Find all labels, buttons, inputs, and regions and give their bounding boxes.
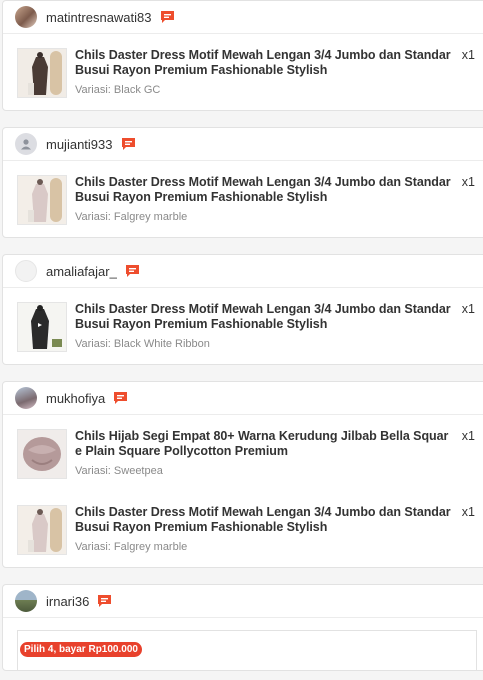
- buyer-avatar[interactable]: [15, 260, 37, 282]
- chat-icon[interactable]: [160, 10, 175, 24]
- order-item[interactable]: Chils Daster Dress Motif Mewah Lengan 3/…: [3, 491, 483, 567]
- product-info: Chils Daster Dress Motif Mewah Lengan 3/…: [75, 175, 481, 223]
- product-variant: Variasi: Falgrey marble: [75, 211, 188, 223]
- order-card-header: matintresnawati83: [3, 1, 483, 34]
- product-quantity: x1: [461, 48, 475, 62]
- order-list: matintresnawati83 Chils Daster Dress Moti…: [0, 0, 483, 671]
- order-item[interactable]: Chils Daster Dress Motif Mewah Lengan 3/…: [3, 161, 483, 237]
- product-title[interactable]: Chils Hijab Segi Empat 80+ Warna Kerudun…: [75, 429, 451, 459]
- product-thumbnail[interactable]: [17, 429, 67, 479]
- product-thumbnail[interactable]: [17, 302, 67, 352]
- promo-box: Pilih 4, bayar Rp100.000: [17, 630, 477, 670]
- buyer-avatar[interactable]: [15, 590, 37, 612]
- order-card-header: irnari36: [3, 585, 483, 618]
- buyer-username[interactable]: amaliafajar_: [46, 264, 117, 279]
- product-variant: Variasi: Black GC: [75, 84, 161, 96]
- order-card: irnari36 Pilih 4, bayar Rp100.000: [2, 584, 483, 671]
- product-thumbnail[interactable]: [17, 505, 67, 555]
- product-quantity: x1: [461, 302, 475, 316]
- product-info: Chils Daster Dress Motif Mewah Lengan 3/…: [75, 48, 481, 96]
- order-card-header: mukhofiya: [3, 382, 483, 415]
- order-card-header: mujianti933: [3, 128, 483, 161]
- product-thumbnail[interactable]: [17, 48, 67, 98]
- buyer-username[interactable]: mukhofiya: [46, 391, 105, 406]
- product-title[interactable]: Chils Daster Dress Motif Mewah Lengan 3/…: [75, 302, 451, 332]
- buyer-username[interactable]: irnari36: [46, 594, 89, 609]
- product-info: Chils Daster Dress Motif Mewah Lengan 3/…: [75, 505, 481, 553]
- product-variant: Variasi: Black White Ribbon: [75, 338, 210, 350]
- product-variant: Variasi: Sweetpea: [75, 465, 163, 477]
- order-card: mujianti933 Chils Daster Dress Motif Mewa…: [2, 127, 483, 238]
- chat-icon[interactable]: [125, 264, 140, 278]
- chat-icon[interactable]: [113, 391, 128, 405]
- order-card: matintresnawati83 Chils Daster Dress Moti…: [2, 0, 483, 111]
- product-variant: Variasi: Falgrey marble: [75, 541, 188, 553]
- buyer-username[interactable]: matintresnawati83: [46, 10, 152, 25]
- product-info: Chils Daster Dress Motif Mewah Lengan 3/…: [75, 302, 481, 350]
- order-card-header: amaliafajar_: [3, 255, 483, 288]
- buyer-avatar[interactable]: [15, 6, 37, 28]
- buyer-username[interactable]: mujianti933: [46, 137, 113, 152]
- order-item[interactable]: Chils Daster Dress Motif Mewah Lengan 3/…: [3, 288, 483, 364]
- product-title[interactable]: Chils Daster Dress Motif Mewah Lengan 3/…: [75, 48, 451, 78]
- product-quantity: x1: [461, 429, 475, 443]
- product-title[interactable]: Chils Daster Dress Motif Mewah Lengan 3/…: [75, 175, 451, 205]
- buyer-avatar[interactable]: [15, 133, 37, 155]
- product-quantity: x1: [461, 505, 475, 519]
- chat-icon[interactable]: [97, 594, 112, 608]
- chat-icon[interactable]: [121, 137, 136, 151]
- order-item[interactable]: Chils Hijab Segi Empat 80+ Warna Kerudun…: [3, 415, 483, 491]
- product-thumbnail[interactable]: [17, 175, 67, 225]
- promo-badge: Pilih 4, bayar Rp100.000: [20, 642, 142, 657]
- product-info: Chils Hijab Segi Empat 80+ Warna Kerudun…: [75, 429, 481, 477]
- product-quantity: x1: [461, 175, 475, 189]
- order-card: amaliafajar_ Chils Daster Dress Motif Mew…: [2, 254, 483, 365]
- order-item[interactable]: Chils Daster Dress Motif Mewah Lengan 3/…: [3, 34, 483, 110]
- product-title[interactable]: Chils Daster Dress Motif Mewah Lengan 3/…: [75, 505, 451, 535]
- buyer-avatar[interactable]: [15, 387, 37, 409]
- order-card: mukhofiya Chils Hijab Segi Empat 80+ Warn…: [2, 381, 483, 568]
